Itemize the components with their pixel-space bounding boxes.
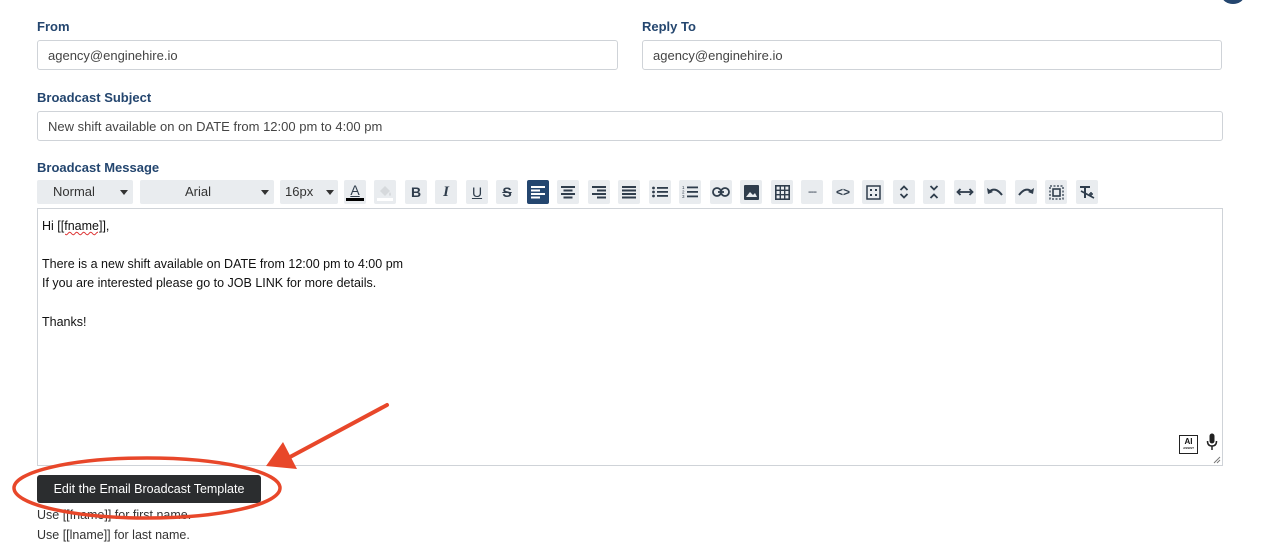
image-button[interactable] [740,180,762,204]
align-center-icon [561,186,575,199]
redo-icon [1018,188,1034,196]
image-icon [743,184,759,200]
from-input[interactable] [37,40,618,70]
ai-badge-sublabel: ASSIST [1183,446,1194,450]
align-center-button[interactable] [557,180,579,204]
user-avatar-icon[interactable] [1222,0,1244,4]
highlight-button[interactable] [374,180,396,204]
align-right-icon [592,186,606,199]
bullet-list-button[interactable] [649,180,671,204]
horizontal-arrows-icon [956,188,974,196]
resize-handle-icon[interactable] [1213,456,1221,464]
redo-button[interactable] [1015,180,1037,204]
strikethrough-button[interactable]: S [496,180,518,204]
table-button[interactable] [771,180,793,204]
edit-template-tooltip: Edit the Email Broadcast Template [37,475,261,503]
ai-assist-button[interactable]: AI ASSIST [1179,435,1198,454]
link-button[interactable] [710,180,732,204]
microphone-icon[interactable] [1206,433,1218,451]
editor-line: If you are interested please go to JOB L… [42,276,377,290]
font-family-value: Arial [185,184,212,199]
subject-input[interactable] [37,111,1223,141]
font-family-select[interactable]: Arial [140,180,274,204]
fullscreen-button[interactable] [1045,180,1067,204]
underline-button[interactable]: U [466,180,488,204]
reply-to-label: Reply To [642,19,696,34]
select-all-icon [865,184,881,200]
text-color-icon: A [346,183,364,201]
font-size-select[interactable]: 16px [280,180,338,204]
chevron-down-icon [120,190,128,195]
link-icon [712,187,730,197]
collapse-vertical-button[interactable] [923,180,945,204]
bullet-list-icon [652,186,668,198]
align-left-button[interactable] [527,180,549,204]
chevron-down-icon [326,190,334,195]
message-label: Broadcast Message [37,160,160,175]
font-size-value: 16px [285,184,314,199]
full-width-button[interactable] [954,180,976,204]
expand-vertical-button[interactable] [893,180,915,204]
chevron-up-down-icon [899,185,909,199]
editor-greeting: Hi [[fname]], [42,219,110,233]
align-justify-icon [622,186,636,199]
numbered-list-button[interactable]: 1 2 3 [679,180,701,204]
collapse-vertical-icon [929,185,939,199]
reply-to-input[interactable] [642,40,1222,70]
clear-formatting-button[interactable] [1076,180,1098,204]
table-icon [774,184,790,200]
align-justify-button[interactable] [618,180,640,204]
paint-bucket-icon [377,186,393,201]
undo-icon [987,188,1003,196]
message-editor[interactable]: Hi [[fname]], There is a new shift avail… [37,208,1223,466]
horizontal-rule-button[interactable]: --- [801,180,823,204]
block-format-value: Normal [53,184,95,199]
bold-button[interactable]: B [405,180,427,204]
fullscreen-icon [1048,184,1064,200]
fname-help-text: Use [[fname]] for first name. [37,508,192,522]
select-all-button[interactable] [862,180,884,204]
fname-token: [[fname]] [57,219,106,233]
italic-button[interactable]: I [435,180,457,204]
editor-line: Thanks! [42,315,87,329]
align-right-button[interactable] [588,180,610,204]
undo-button[interactable] [984,180,1006,204]
text-color-button[interactable]: A [344,180,366,204]
chevron-down-icon [261,190,269,195]
code-view-button[interactable]: <> [832,180,854,204]
ai-badge-label: AI [1184,437,1193,446]
clear-formatting-icon [1080,186,1095,199]
svg-text:3: 3 [682,194,685,199]
lname-help-text: Use [[lname]] for last name. [37,528,190,542]
editor-line: There is a new shift available on DATE f… [42,257,404,271]
subject-label: Broadcast Subject [37,90,152,105]
align-left-icon [531,186,545,199]
from-label: From [37,19,70,34]
numbered-list-icon: 1 2 3 [682,185,698,199]
block-format-select[interactable]: Normal [37,180,133,204]
